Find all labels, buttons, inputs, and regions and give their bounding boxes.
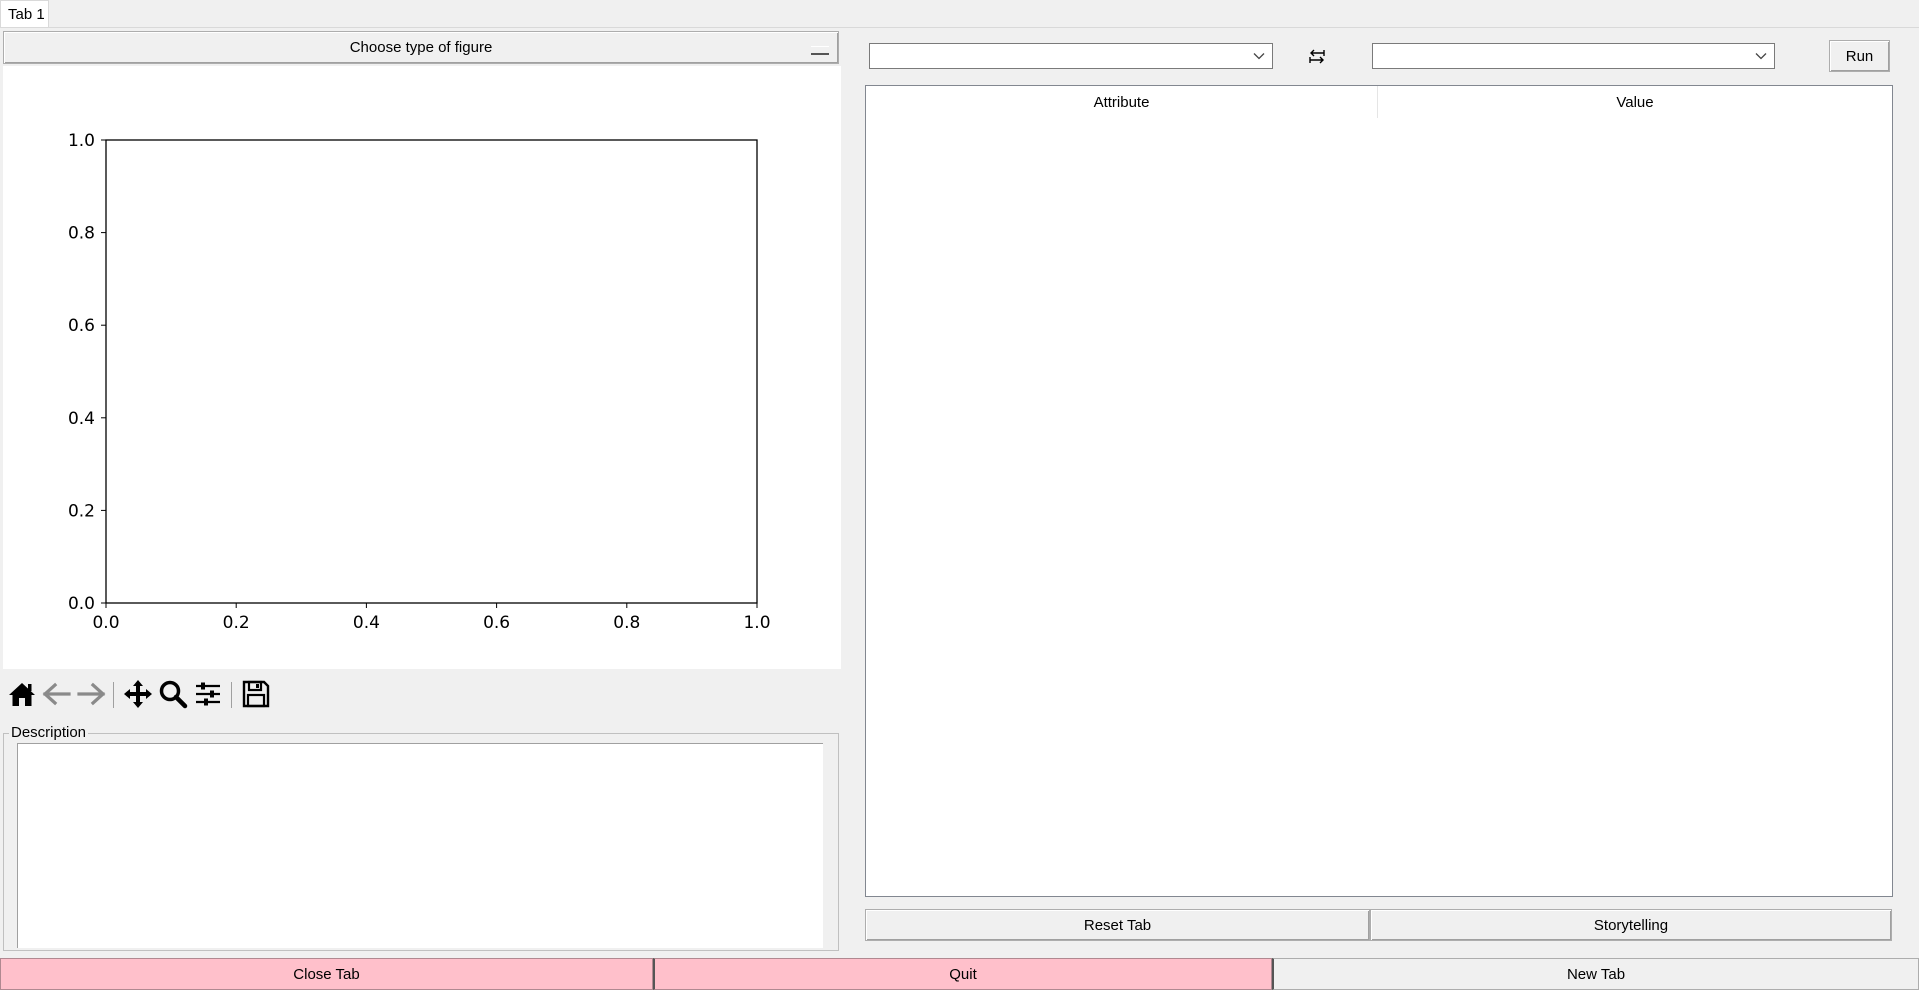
menu-indicator-icon: [811, 46, 829, 55]
new-tab-button[interactable]: New Tab: [1272, 958, 1919, 990]
choose-figure-type-label: Choose type of figure: [349, 39, 493, 56]
toolbar-separator: [113, 682, 114, 708]
y-tick-label: 0.2: [68, 501, 95, 521]
figure-canvas[interactable]: 0.0 0.2 0.4 0.6 0.8 1.0 0.0 0.2 0.4 0.6 0.8 1.0: [3, 66, 841, 669]
y-tick-label: 0.0: [68, 594, 95, 614]
configure-subplots-icon[interactable]: [192, 678, 224, 710]
attribute-combobox-right[interactable]: [1372, 43, 1775, 69]
description-label: Description: [9, 724, 89, 742]
x-tick-label: 0.0: [92, 613, 119, 633]
attribute-combobox-left[interactable]: [869, 43, 1273, 69]
x-tick-label: 0.2: [223, 613, 250, 633]
run-button[interactable]: Run: [1829, 40, 1890, 72]
x-tick-label: 0.6: [483, 613, 510, 633]
reset-tab-button[interactable]: Reset Tab: [865, 909, 1370, 941]
pan-icon[interactable]: [122, 678, 154, 710]
x-tick-label: 1.0: [743, 613, 770, 633]
description-text-area[interactable]: [17, 743, 823, 948]
empty-axes-chart: 0.0 0.2 0.4 0.6 0.8 1.0 0.0 0.2 0.4 0.6 0.8 1.0: [68, 131, 771, 633]
storytelling-button[interactable]: Storytelling: [1370, 909, 1892, 941]
y-tick-label: 0.6: [68, 316, 95, 336]
toolbar-separator: [231, 682, 232, 708]
y-tick-label: 1.0: [68, 131, 95, 151]
back-arrow-icon[interactable]: [41, 678, 73, 710]
tab-divider: [0, 27, 1919, 28]
attribute-value-table[interactable]: Attribute Value: [865, 85, 1893, 897]
axes-frame: [105, 139, 758, 604]
chevron-down-icon: [1755, 53, 1767, 60]
x-tick-label: 0.8: [613, 613, 640, 633]
y-tick-label: 0.8: [68, 224, 95, 244]
column-header-value[interactable]: Value: [1378, 86, 1892, 118]
forward-arrow-icon[interactable]: [75, 678, 107, 710]
column-header-value-label: Value: [1616, 93, 1654, 111]
quit-button[interactable]: Quit: [653, 958, 1272, 990]
choose-figure-type-button[interactable]: Choose type of figure: [3, 31, 839, 64]
close-tab-button[interactable]: Close Tab: [0, 958, 653, 990]
home-icon[interactable]: [6, 678, 38, 710]
chevron-down-icon: [1253, 53, 1265, 60]
y-tick-label: 0.4: [68, 409, 95, 429]
tab-1[interactable]: Tab 1: [0, 0, 49, 27]
swap-icon[interactable]: [1306, 47, 1328, 67]
zoom-icon[interactable]: [157, 678, 189, 710]
save-icon[interactable]: [240, 678, 272, 710]
x-tick-label: 0.4: [353, 613, 380, 633]
plot-toolbar: [3, 678, 303, 714]
column-header-attribute-label: Attribute: [1093, 93, 1150, 111]
column-header-attribute[interactable]: Attribute: [866, 86, 1377, 118]
